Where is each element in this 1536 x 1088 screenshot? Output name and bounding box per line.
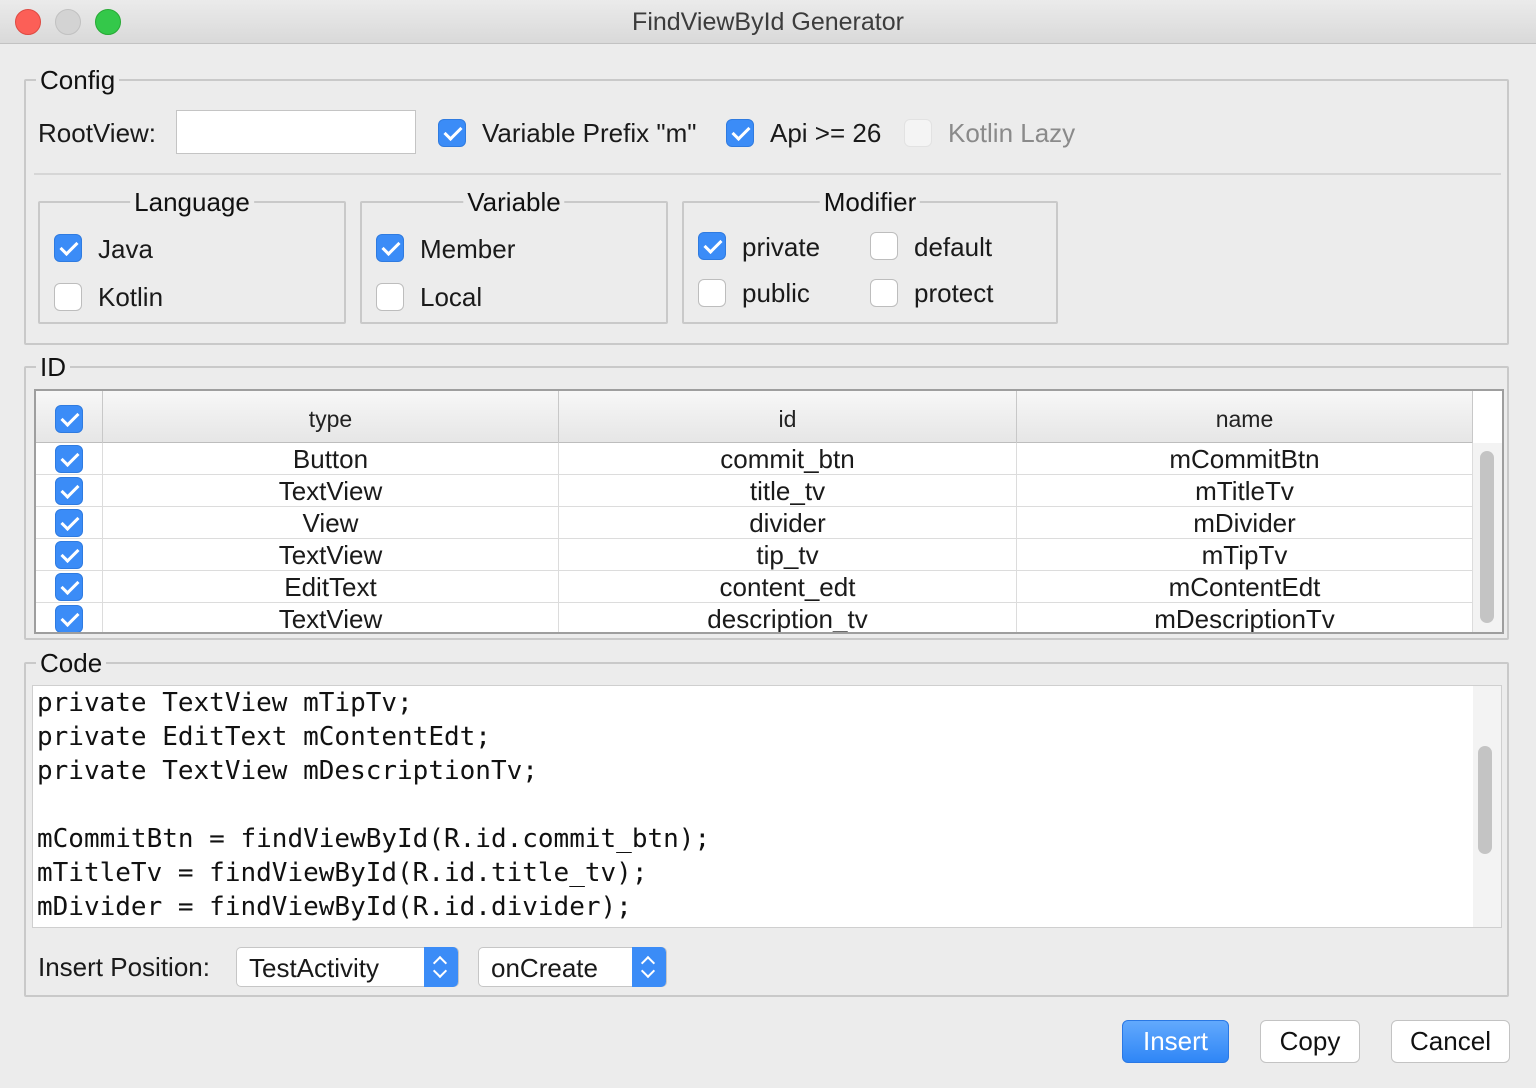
kotlin-checkbox[interactable] [54, 283, 82, 311]
local-label: Local [420, 282, 483, 312]
row-checkbox-cell [36, 475, 103, 507]
cell-type[interactable]: TextView [103, 603, 559, 632]
title-bar: FindViewById Generator [0, 0, 1536, 44]
kotlin-label: Kotlin [98, 282, 164, 312]
api26-label: Api >= 26 [770, 118, 882, 148]
language-title: Language [130, 187, 254, 217]
table-scrollbar[interactable] [1473, 443, 1502, 632]
cell-id[interactable]: content_edt [559, 571, 1017, 603]
cell-id[interactable]: title_tv [559, 475, 1017, 507]
code-line: mCommitBtn = findViewById(R.id.commit_bt… [37, 824, 711, 854]
column-header-type[interactable]: type [103, 391, 559, 443]
table-header: type id name [36, 391, 1473, 443]
method-select[interactable]: onCreate [478, 947, 667, 987]
insert-position-label: Insert Position: [38, 952, 210, 982]
method-select-arrows-icon [632, 947, 666, 987]
cell-name[interactable]: mCommitBtn [1017, 443, 1473, 475]
row-checkbox[interactable] [55, 509, 83, 537]
class-select-arrows-icon [424, 947, 458, 987]
kotlin-lazy-label: Kotlin Lazy [948, 118, 1076, 148]
cancel-button[interactable]: Cancel [1391, 1020, 1510, 1063]
copy-button[interactable]: Copy [1260, 1020, 1360, 1063]
row-checkbox-cell [36, 539, 103, 571]
variable-prefix-checkbox[interactable] [438, 119, 466, 147]
table-scrollbar-thumb[interactable] [1480, 451, 1494, 623]
column-header-id[interactable]: id [559, 391, 1017, 443]
code-scrollbar-thumb[interactable] [1478, 746, 1492, 854]
cell-id[interactable]: divider [559, 507, 1017, 539]
cell-type[interactable]: View [103, 507, 559, 539]
root-view-label: RootView: [38, 118, 157, 148]
table-row[interactable]: TextView title_tv mTitleTv [36, 475, 1473, 507]
java-label: Java [98, 234, 153, 264]
cell-type[interactable]: TextView [103, 539, 559, 571]
protect-label: protect [914, 278, 994, 308]
language-group: Language [38, 187, 346, 324]
member-checkbox[interactable] [376, 234, 404, 262]
code-line: private TextView mTipTv; [37, 688, 413, 718]
method-select-value: onCreate [491, 953, 598, 983]
variable-prefix-label: Variable Prefix "m" [482, 118, 697, 148]
cell-name[interactable]: mDescriptionTv [1017, 603, 1473, 632]
code-line: private TextView mDescriptionTv; [37, 756, 538, 786]
api26-checkbox[interactable] [726, 119, 754, 147]
protect-checkbox[interactable] [870, 279, 898, 307]
row-checkbox[interactable] [55, 477, 83, 505]
code-line: mTitleTv = findViewById(R.id.title_tv); [37, 858, 648, 888]
cell-type[interactable]: Button [103, 443, 559, 475]
member-label: Member [420, 234, 516, 264]
cell-id[interactable]: commit_btn [559, 443, 1017, 475]
config-title: Config [36, 65, 120, 95]
table-row[interactable]: EditText content_edt mContentEdt [36, 571, 1473, 603]
code-line: private EditText mContentEdt; [37, 722, 491, 752]
public-label: public [742, 278, 810, 308]
cell-id[interactable]: description_tv [559, 603, 1017, 632]
private-label: private [742, 232, 821, 262]
kotlin-lazy-checkbox [904, 119, 932, 147]
row-checkbox-cell [36, 507, 103, 539]
column-header-name[interactable]: name [1017, 391, 1473, 443]
table-row[interactable]: TextView description_tv mDescriptionTv [36, 603, 1473, 632]
default-checkbox[interactable] [870, 232, 898, 260]
id-table: type id name Button commit_btn mCommitBtn T… [34, 389, 1504, 634]
row-checkbox-cell [36, 571, 103, 603]
id-title: ID [36, 352, 70, 382]
code-editor[interactable]: private TextView mTipTv; private EditText… [32, 685, 1502, 928]
class-select[interactable]: TestActivity [236, 947, 459, 987]
cell-name[interactable]: mTitleTv [1017, 475, 1473, 507]
class-select-value: TestActivity [249, 953, 380, 983]
code-title: Code [36, 648, 107, 678]
window-title: FindViewById Generator [632, 8, 904, 36]
private-checkbox[interactable] [698, 232, 726, 260]
java-checkbox[interactable] [54, 234, 82, 262]
cell-name[interactable]: mTipTv [1017, 539, 1473, 571]
table-row[interactable]: View divider mDivider [36, 507, 1473, 539]
cell-id[interactable]: tip_tv [559, 539, 1017, 571]
modifier-title: Modifier [819, 187, 921, 217]
variable-title: Variable [463, 187, 565, 217]
row-checkbox-cell [36, 443, 103, 475]
code-scrollbar[interactable] [1473, 686, 1501, 927]
modifier-group: Modifier [682, 187, 1058, 324]
cell-type[interactable]: TextView [103, 475, 559, 507]
local-checkbox[interactable] [376, 283, 404, 311]
cell-name[interactable]: mContentEdt [1017, 571, 1473, 603]
public-checkbox[interactable] [698, 279, 726, 307]
row-checkbox[interactable] [55, 605, 83, 632]
row-checkbox[interactable] [55, 445, 83, 473]
default-label: default [914, 232, 993, 262]
root-view-input[interactable] [176, 110, 416, 154]
row-checkbox-cell [36, 603, 103, 632]
row-checkbox[interactable] [55, 541, 83, 569]
config-separator [34, 173, 1501, 175]
row-checkbox[interactable] [55, 573, 83, 601]
table-row[interactable]: Button commit_btn mCommitBtn [36, 443, 1473, 475]
cell-name[interactable]: mDivider [1017, 507, 1473, 539]
code-line: mDivider = findViewById(R.id.divider); [37, 892, 632, 922]
cell-type[interactable]: EditText [103, 571, 559, 603]
select-all-header [36, 391, 103, 443]
insert-button[interactable]: Insert [1122, 1020, 1229, 1063]
table-row[interactable]: TextView tip_tv mTipTv [36, 539, 1473, 571]
select-all-checkbox[interactable] [55, 405, 83, 433]
